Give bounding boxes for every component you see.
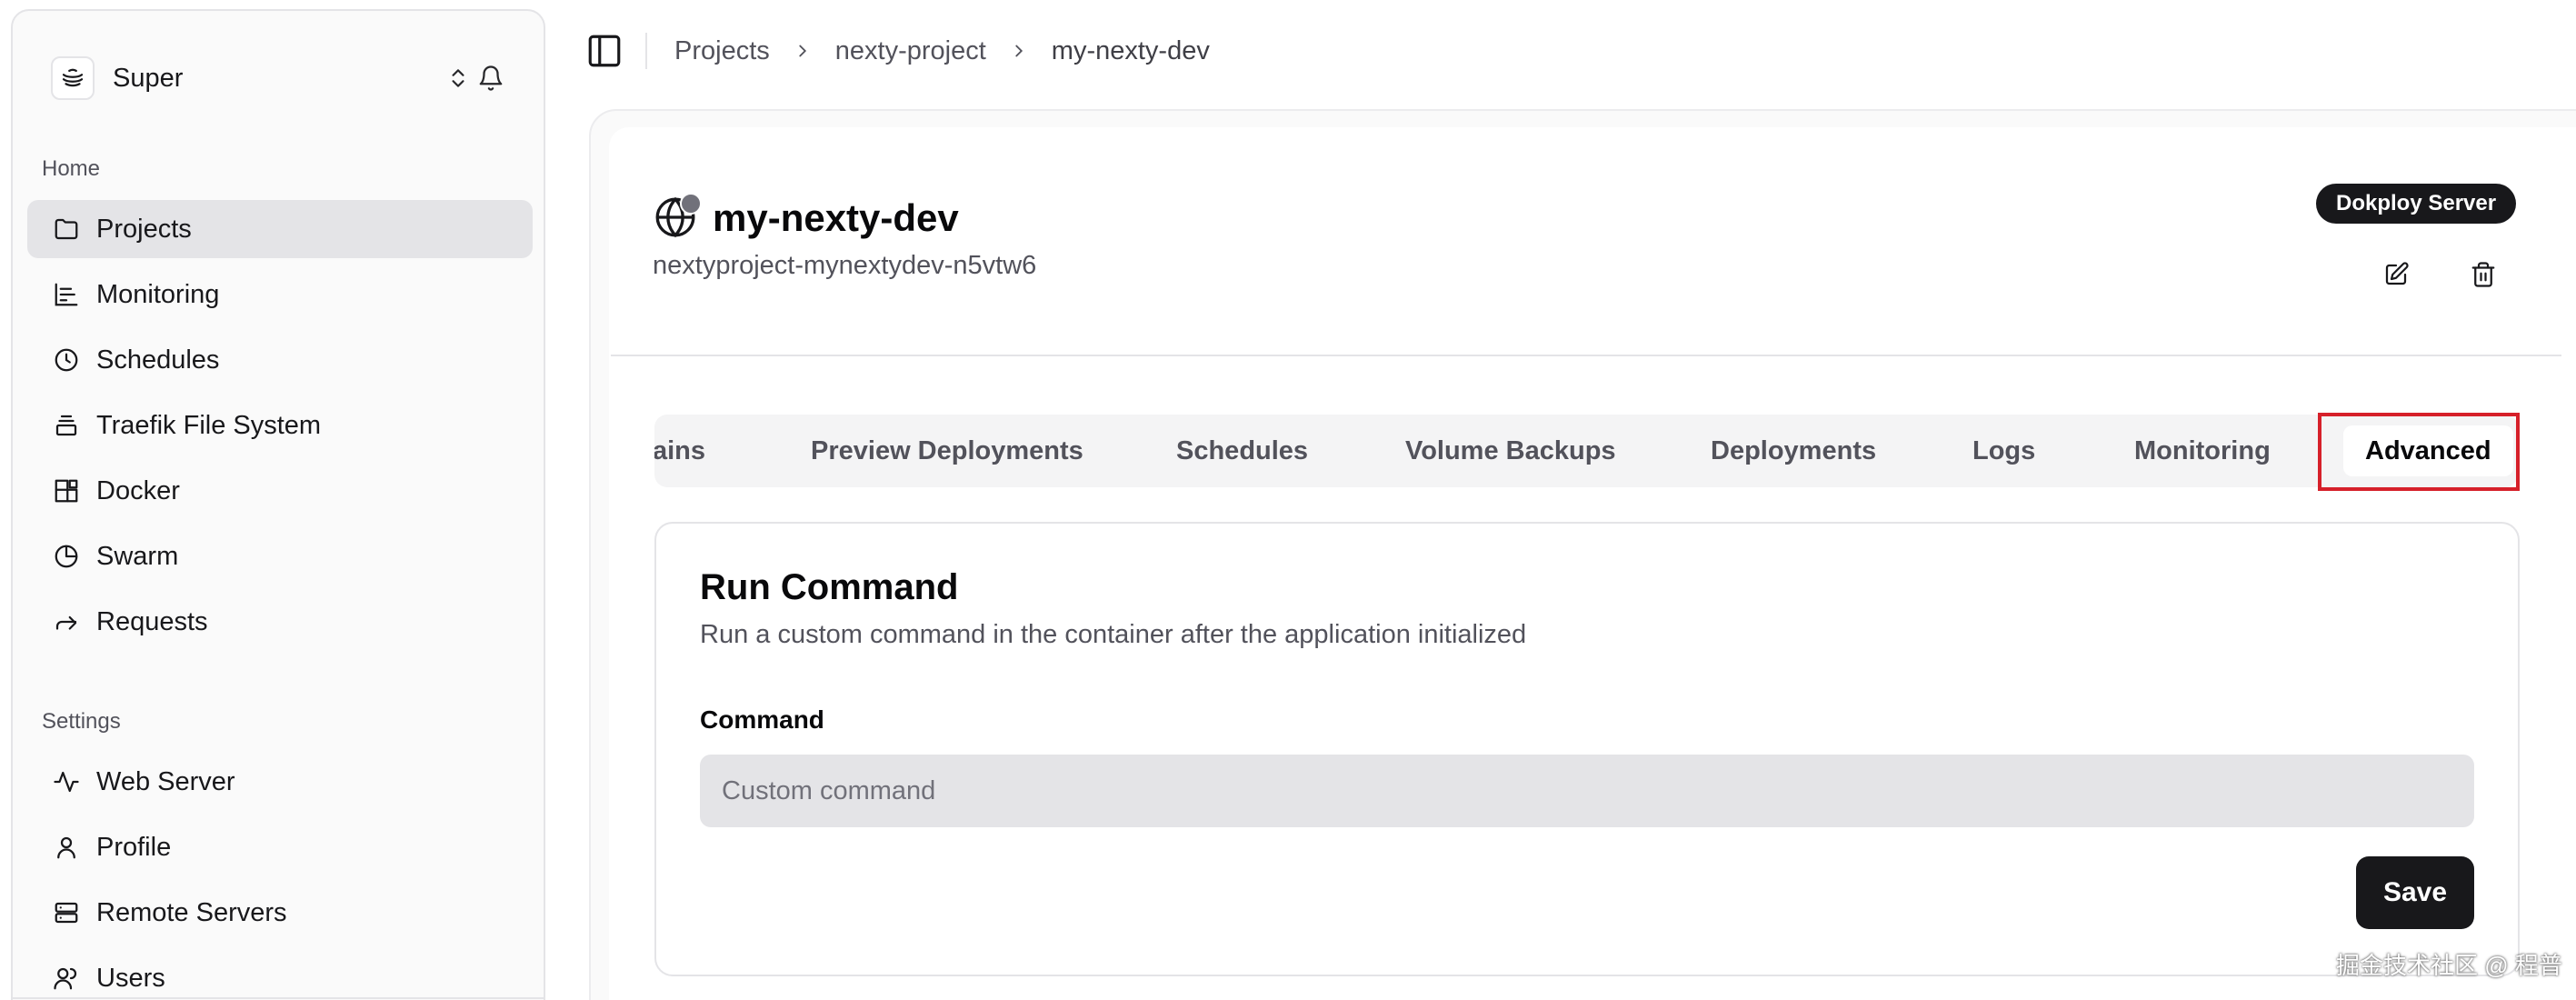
tab-volume-backups[interactable]: Volume Backups <box>1405 415 1616 487</box>
sidebar-item-docker[interactable]: Docker <box>27 462 533 520</box>
sidebar-item-label: Docker <box>96 475 180 505</box>
sidebar-item-schedules[interactable]: Schedules <box>27 331 533 389</box>
sidebar-item-web-server[interactable]: Web Server <box>27 753 533 811</box>
tab-monitoring[interactable]: Monitoring <box>2134 415 2271 487</box>
top-bar: Projects nexty-project my-nexty-dev <box>582 24 1210 78</box>
command-field-label: Command <box>700 705 824 734</box>
highlight-annotation <box>2318 413 2520 491</box>
team-switcher[interactable]: Super <box>29 36 518 120</box>
sidebar-toggle-icon[interactable] <box>582 28 627 74</box>
status-dot <box>680 193 702 215</box>
activity-icon <box>51 766 82 797</box>
tab-list: ains Preview Deployments Schedules Volum… <box>654 415 2518 487</box>
pie-chart-icon <box>51 541 82 572</box>
server-icon <box>51 897 82 928</box>
breadcrumb-project[interactable]: nexty-project <box>835 36 986 66</box>
tab-preview-deployments[interactable]: Preview Deployments <box>811 415 1083 487</box>
forward-arrow-icon <box>51 606 82 637</box>
file-stack-icon <box>51 410 82 441</box>
sidebar-item-projects[interactable]: Projects <box>27 200 533 258</box>
breadcrumb-current: my-nexty-dev <box>1051 35 1210 65</box>
edit-icon[interactable] <box>2371 249 2421 300</box>
app-title: my-nexty-dev <box>713 196 959 239</box>
folder-icon <box>51 214 82 245</box>
sidebar-item-users[interactable]: Users <box>27 949 533 1000</box>
save-button[interactable]: Save <box>2356 856 2474 929</box>
bar-chart-icon <box>51 279 82 310</box>
chevron-right-icon <box>790 38 815 64</box>
header-divider <box>611 355 2561 356</box>
clock-icon <box>51 345 82 375</box>
tab-logs[interactable]: Logs <box>1972 415 2035 487</box>
bell-icon[interactable] <box>471 58 511 98</box>
settings-section-label: Settings <box>42 709 121 734</box>
trash-icon[interactable] <box>2458 249 2509 300</box>
app-subtitle: nextyproject-mynextydev-n5vtw6 <box>653 251 1037 280</box>
sidebar-item-profile[interactable]: Profile <box>27 818 533 876</box>
sidebar-item-label: Swarm <box>96 541 179 571</box>
breadcrumb: Projects nexty-project my-nexty-dev <box>674 36 1210 66</box>
sidebar-item-label: Schedules <box>96 345 220 375</box>
users-icon <box>51 963 82 994</box>
watermark: 掘金技术社区 @ 程普 <box>2336 952 2562 979</box>
chevron-right-icon <box>1006 38 1032 64</box>
sidebar-item-label: Traefik File System <box>96 410 322 440</box>
breadcrumb-projects[interactable]: Projects <box>674 36 770 66</box>
tab-schedules[interactable]: Schedules <box>1176 415 1308 487</box>
sidebar-item-label: Requests <box>96 606 208 636</box>
sidebar-item-monitoring[interactable]: Monitoring <box>27 265 533 324</box>
team-name: Super <box>113 63 184 93</box>
run-command-title: Run Command <box>700 567 959 607</box>
sidebar-item-label: Profile <box>96 832 172 862</box>
globe-icon <box>653 193 702 242</box>
sidebar-item-label: Monitoring <box>96 279 220 309</box>
command-input[interactable] <box>700 755 2474 827</box>
sidebar-item-label: Users <box>96 963 165 993</box>
sidebar-item-remote-servers[interactable]: Remote Servers <box>27 884 533 942</box>
user-icon <box>51 832 82 863</box>
sidebar-item-traefik-file-system[interactable]: Traefik File System <box>27 396 533 455</box>
sidebar-item-label: Web Server <box>96 766 235 796</box>
app-header: my-nexty-dev <box>653 193 959 242</box>
team-logo-icon <box>51 56 95 100</box>
sidebar-item-label: Projects <box>96 214 192 244</box>
tab-domains[interactable]: ains <box>654 415 705 487</box>
tab-deployments[interactable]: Deployments <box>1711 415 1876 487</box>
blocks-icon <box>51 475 82 506</box>
sidebar-item-label: Remote Servers <box>96 897 287 927</box>
run-command-description: Run a custom command in the container af… <box>700 620 1527 649</box>
home-section-label: Home <box>42 156 101 181</box>
topbar-separator <box>645 33 647 69</box>
sidebar: Super Home Projects Monitoring Schedules <box>11 9 545 1000</box>
sidebar-item-requests[interactable]: Requests <box>27 593 533 651</box>
sidebar-item-swarm[interactable]: Swarm <box>27 527 533 585</box>
sidebar-footer-divider <box>13 997 544 999</box>
server-badge: Dokploy Server <box>2316 184 2517 224</box>
